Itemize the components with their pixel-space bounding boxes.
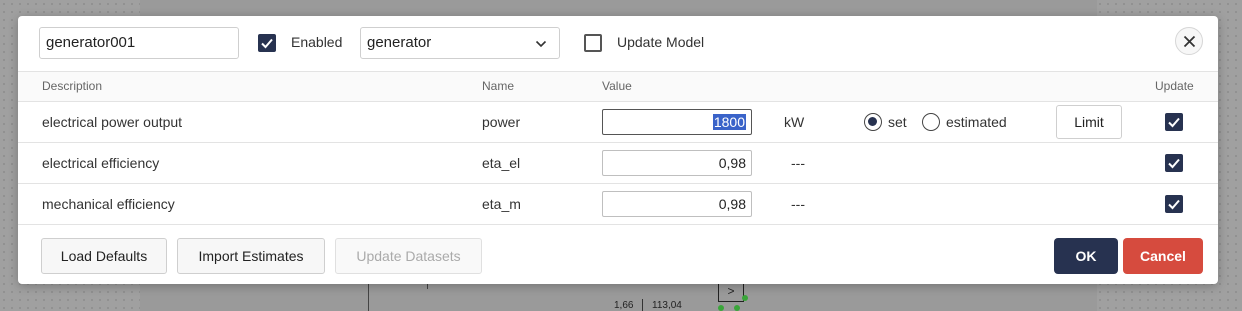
import-estimates-button[interactable]: Import Estimates	[177, 238, 325, 274]
radio-estimated[interactable]	[922, 113, 940, 131]
cancel-button[interactable]: Cancel	[1123, 238, 1203, 274]
component-dialog: generator001 Enabled generator Update Mo…	[18, 16, 1218, 284]
update-model-label: Update Model	[617, 34, 705, 50]
update-datasets-button[interactable]: Update Datasets	[335, 238, 482, 274]
diagram-component-symbol: >	[718, 282, 744, 302]
table-header: Description Name Value Update	[18, 71, 1218, 102]
check-icon	[1168, 158, 1180, 169]
chevron-down-icon	[535, 40, 547, 48]
radio-set[interactable]	[864, 113, 882, 131]
check-icon	[1168, 199, 1180, 210]
component-type-value: generator	[367, 34, 432, 51]
diagram-port	[718, 305, 724, 311]
value-input[interactable]: 1800	[602, 109, 752, 135]
update-model-checkbox[interactable]	[584, 34, 602, 52]
diagram-line	[368, 282, 369, 311]
diagram-port	[734, 305, 740, 311]
row-update-checkbox[interactable]	[1165, 154, 1183, 172]
check-icon	[261, 38, 273, 49]
diagram-label: 113,04	[652, 300, 682, 311]
radio-estimated-label: estimated	[946, 114, 1007, 130]
table-row: electrical power output power 1800 kW se…	[18, 102, 1218, 143]
enabled-checkbox[interactable]	[258, 34, 276, 52]
column-header-value: Value	[602, 79, 632, 93]
row-description: mechanical efficiency	[42, 196, 175, 212]
column-header-description: Description	[42, 79, 103, 93]
load-defaults-button[interactable]: Load Defaults	[41, 238, 167, 274]
close-icon	[1183, 35, 1196, 48]
diagram-label: 1,66	[614, 300, 634, 311]
enabled-label: Enabled	[291, 34, 343, 50]
diagram-separator	[642, 299, 643, 311]
row-name: power	[482, 114, 521, 130]
value-input[interactable]: 0,98	[602, 191, 752, 217]
check-icon	[1168, 117, 1180, 128]
row-unit: ---	[791, 196, 805, 212]
row-update-checkbox[interactable]	[1165, 195, 1183, 213]
radio-selected-dot	[868, 117, 877, 126]
row-unit: kW	[784, 114, 805, 130]
column-header-update: Update	[1155, 79, 1194, 93]
row-description: electrical efficiency	[42, 155, 160, 171]
component-name-input[interactable]: generator001	[39, 27, 239, 59]
ok-button[interactable]: OK	[1054, 238, 1118, 274]
row-update-checkbox[interactable]	[1165, 113, 1183, 131]
selected-value-text: 1800	[712, 114, 746, 130]
close-button[interactable]	[1175, 27, 1203, 55]
row-unit: ---	[791, 155, 805, 171]
value-input[interactable]: 0,98	[602, 150, 752, 176]
table-row: mechanical efficiency eta_m 0,98 ---	[18, 184, 1218, 225]
column-header-name: Name	[482, 79, 515, 93]
limit-button[interactable]: Limit	[1056, 105, 1122, 139]
radio-set-label: set	[888, 114, 907, 130]
row-name: eta_el	[482, 155, 521, 171]
diagram-port	[742, 295, 748, 301]
component-type-select[interactable]: generator	[360, 27, 560, 59]
table-row: electrical efficiency eta_el 0,98 ---	[18, 143, 1218, 184]
row-description: electrical power output	[42, 114, 183, 130]
row-name: eta_m	[482, 196, 521, 212]
